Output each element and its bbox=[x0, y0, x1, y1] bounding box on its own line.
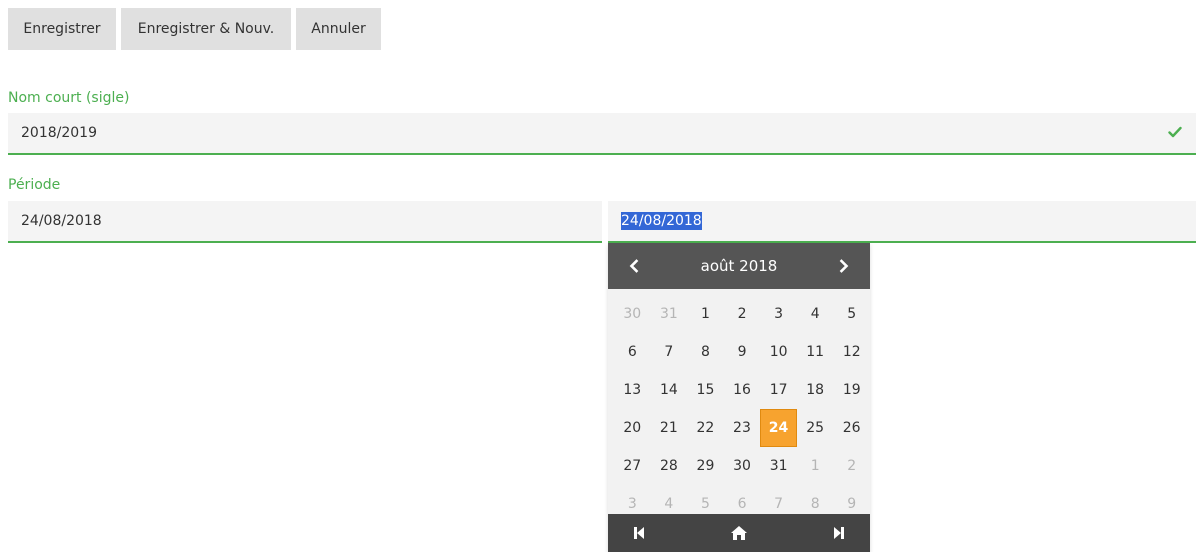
calendar-day[interactable]: 2 bbox=[833, 447, 870, 485]
chevron-left-icon[interactable] bbox=[622, 254, 646, 278]
calendar-day[interactable]: 17 bbox=[760, 371, 797, 409]
date-picker: août 2018 30 31 1 2 3 4 5 6 7 8 9 10 11 12 13 14 15 16 17 1… bbox=[608, 243, 870, 552]
calendar-day[interactable]: 23 bbox=[724, 409, 761, 447]
calendar-week-row: 30 31 1 2 3 4 5 bbox=[614, 295, 870, 333]
calendar-grid: 30 31 1 2 3 4 5 6 7 8 9 10 11 12 13 14 15 16 17 18 19 20 21 22 2… bbox=[608, 289, 870, 523]
toolbar: Enregistrer Enregistrer & Nouv. Annuler bbox=[8, 8, 381, 50]
cancel-button[interactable]: Annuler bbox=[296, 8, 381, 50]
calendar-day[interactable]: 9 bbox=[724, 333, 761, 371]
home-icon[interactable] bbox=[728, 522, 750, 544]
check-icon bbox=[1168, 125, 1182, 139]
calendar-day[interactable]: 19 bbox=[833, 371, 870, 409]
calendar-day[interactable]: 4 bbox=[797, 295, 834, 333]
period-start-field[interactable]: 24/08/2018 bbox=[8, 201, 602, 243]
calendar-week-row: 13 14 15 16 17 18 19 bbox=[614, 371, 870, 409]
period-label: Période bbox=[8, 177, 61, 193]
calendar-header: août 2018 bbox=[608, 243, 870, 289]
calendar-day[interactable]: 18 bbox=[797, 371, 834, 409]
calendar-day-selected[interactable]: 24 bbox=[760, 409, 797, 447]
calendar-day[interactable]: 3 bbox=[760, 295, 797, 333]
period-start-value: 24/08/2018 bbox=[21, 213, 102, 229]
calendar-day[interactable]: 14 bbox=[651, 371, 688, 409]
calendar-day[interactable]: 26 bbox=[833, 409, 870, 447]
calendar-day[interactable]: 28 bbox=[651, 447, 688, 485]
calendar-day[interactable]: 13 bbox=[614, 371, 651, 409]
calendar-day[interactable]: 25 bbox=[797, 409, 834, 447]
calendar-week-row: 27 28 29 30 31 1 2 bbox=[614, 447, 870, 485]
chevron-right-icon[interactable] bbox=[832, 254, 856, 278]
calendar-day[interactable]: 21 bbox=[651, 409, 688, 447]
first-page-icon[interactable] bbox=[628, 522, 650, 544]
calendar-day[interactable]: 8 bbox=[687, 333, 724, 371]
calendar-day[interactable]: 16 bbox=[724, 371, 761, 409]
calendar-day[interactable]: 10 bbox=[760, 333, 797, 371]
calendar-day[interactable]: 12 bbox=[833, 333, 870, 371]
last-page-icon[interactable] bbox=[828, 522, 850, 544]
calendar-day[interactable]: 20 bbox=[614, 409, 651, 447]
calendar-footer bbox=[608, 514, 870, 552]
calendar-day[interactable]: 31 bbox=[760, 447, 797, 485]
calendar-day[interactable]: 5 bbox=[833, 295, 870, 333]
short-name-field[interactable]: 2018/2019 bbox=[8, 113, 1196, 155]
calendar-day[interactable]: 7 bbox=[651, 333, 688, 371]
calendar-day[interactable]: 1 bbox=[687, 295, 724, 333]
period-end-value: 24/08/2018 bbox=[621, 212, 702, 230]
calendar-day[interactable]: 29 bbox=[687, 447, 724, 485]
period-end-field[interactable]: 24/08/2018 bbox=[608, 201, 1196, 243]
calendar-day[interactable]: 1 bbox=[797, 447, 834, 485]
short-name-value: 2018/2019 bbox=[21, 125, 97, 141]
calendar-day[interactable]: 15 bbox=[687, 371, 724, 409]
calendar-day[interactable]: 11 bbox=[797, 333, 834, 371]
short-name-label: Nom court (sigle) bbox=[8, 90, 130, 106]
calendar-day[interactable]: 22 bbox=[687, 409, 724, 447]
calendar-week-row: 20 21 22 23 24 25 26 bbox=[614, 409, 870, 447]
calendar-week-row: 6 7 8 9 10 11 12 bbox=[614, 333, 870, 371]
save-button[interactable]: Enregistrer bbox=[8, 8, 116, 50]
calendar-day[interactable]: 30 bbox=[724, 447, 761, 485]
calendar-day[interactable]: 30 bbox=[614, 295, 651, 333]
calendar-month-title[interactable]: août 2018 bbox=[701, 257, 778, 275]
save-and-new-button[interactable]: Enregistrer & Nouv. bbox=[121, 8, 291, 50]
calendar-day[interactable]: 2 bbox=[724, 295, 761, 333]
calendar-day[interactable]: 27 bbox=[614, 447, 651, 485]
calendar-day[interactable]: 6 bbox=[614, 333, 651, 371]
calendar-day[interactable]: 31 bbox=[651, 295, 688, 333]
